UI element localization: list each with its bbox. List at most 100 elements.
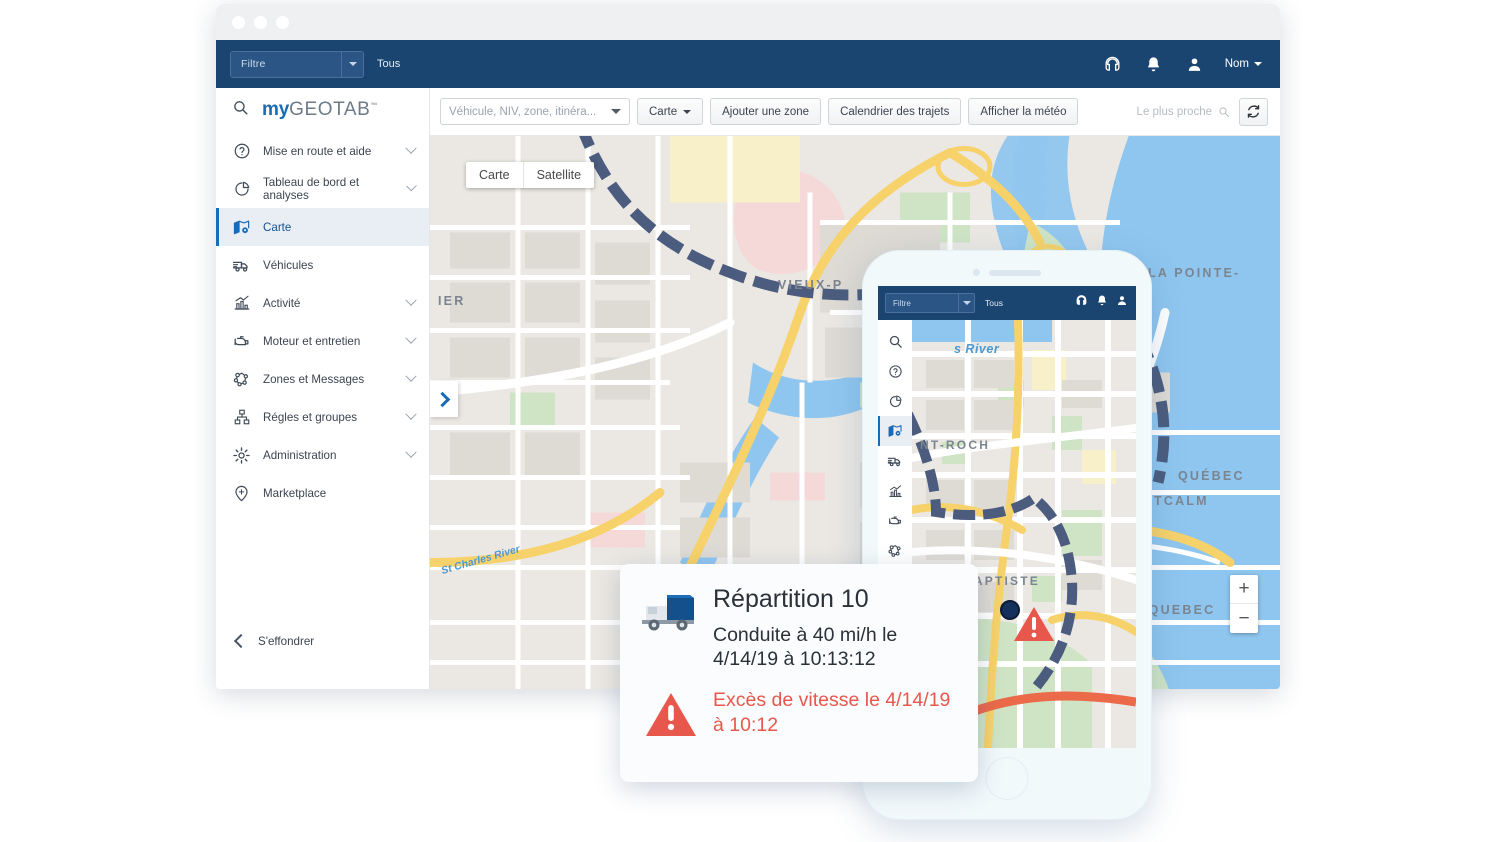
user-name-label: Nom [1224,58,1249,70]
speeding-warning-marker[interactable] [1012,604,1056,649]
zoom-in-button[interactable]: + [1230,575,1258,604]
headset-icon[interactable] [1075,294,1088,312]
phone-map-label: s River [954,342,1000,356]
sidebar-item-label: Mise en route et aide [263,144,372,158]
chevron-right-icon [434,391,451,407]
expand-panel-button[interactable] [430,381,458,417]
sidebar-item-tableau-de-bord[interactable]: Tableau de bord et analyses [216,170,429,208]
chevron-down-icon [683,109,692,114]
engine-icon[interactable] [878,506,912,536]
hierarchy-icon [232,408,251,427]
sidebar-item-carte[interactable]: Carte [216,208,429,246]
sidebar-item-label: Tableau de bord et analyses [263,176,360,202]
chevron-down-icon [405,370,417,382]
sidebar-item-moteur-entretien[interactable]: Moteur et entretien [216,322,429,360]
chevron-down-icon [1254,62,1262,66]
window-maximize-dot[interactable] [276,15,289,29]
sidebar-item-label: Zones et Messages [263,372,365,386]
trip-calendar-button[interactable]: Calendrier des trajets [828,98,962,125]
chevron-down-icon [405,408,417,420]
show-weather-button[interactable]: Afficher la météo [968,98,1079,125]
popup-primary-row: Répartition 10 Conduite à 40 mi/h le 4/1… [642,585,958,672]
question-circle-icon [232,142,251,161]
phone-filter-control[interactable]: Filtre [885,293,975,313]
scope-label: Tous [377,58,401,70]
phone-header-actions [1075,294,1128,312]
map-layer-label: Carte [649,105,678,118]
chevron-down-icon [962,301,971,305]
filter-dropdown-toggle[interactable] [341,51,363,77]
sidebar-item-zones-messages[interactable]: Zones et Messages [216,360,429,398]
sidebar-item-label: Véhicules [263,258,314,272]
sidebar-collapse-button[interactable]: S'effondrer [216,619,429,663]
chevron-left-icon [233,633,249,649]
popup-text-block: Répartition 10 Conduite à 40 mi/h le 4/1… [713,585,958,672]
map-type-switch[interactable]: Carte Satellite [466,162,595,188]
filter-control[interactable]: Filtre [230,50,364,78]
sidebar-item-label: Marketplace [263,486,327,500]
chevron-down-icon [405,180,417,192]
map-layer-button[interactable]: Carte [637,98,704,125]
pie-chart-icon[interactable] [878,386,912,416]
sidebar-item-vehicules[interactable]: Véhicules [216,246,429,284]
add-zone-button[interactable]: Ajouter une zone [710,98,822,125]
map-type-satellite[interactable]: Satellite [522,162,594,188]
marketplace-pin-icon [232,484,251,503]
map-search-input[interactable]: Véhicule, NIV, zone, itinéra... [440,98,630,125]
sidebar-item-administration[interactable]: Administration [216,436,429,474]
bell-icon[interactable] [1096,294,1108,312]
truck-icon[interactable] [878,446,912,476]
zones-icon [232,370,251,389]
search-icon[interactable] [878,326,912,356]
chevron-down-icon [405,332,417,344]
bell-icon[interactable] [1143,53,1165,75]
zoom-out-button[interactable]: − [1230,604,1258,633]
sidebar-collapse-label: S'effondrer [258,634,315,648]
app-header: Filtre Tous Nom [216,40,1280,88]
sidebar-item-marketplace[interactable]: Marketplace [216,474,429,512]
bar-chart-icon [232,294,251,313]
phone-camera-icon [973,269,980,276]
user-menu[interactable]: Nom [1225,58,1262,70]
browser-chrome-bar [216,4,1280,40]
user-icon[interactable] [1184,53,1206,75]
sidebar-item-regles-groupes[interactable]: Régles et groupes [216,398,429,436]
nearest-search-input[interactable]: Le plus proche [1137,106,1232,118]
chevron-down-icon [405,142,417,154]
question-circle-icon[interactable] [878,356,912,386]
map-pin-icon [232,218,251,237]
user-icon[interactable] [1116,294,1128,312]
map-type-carte[interactable]: Carte [466,162,523,188]
map-pin-icon[interactable] [878,416,912,446]
map-zoom-controls[interactable]: + − [1230,575,1258,633]
phone-home-button[interactable] [985,757,1029,800]
phone-earpiece [989,269,1041,276]
phone-scope-label: Tous [985,298,1003,308]
sidebar: myGEOTAB™ Mise en route et aide Tableau … [216,88,430,689]
sidebar-logo-row: myGEOTAB™ [216,88,429,132]
zones-icon[interactable] [878,536,912,566]
sidebar-item-label: Activité [263,296,301,310]
window-minimize-dot[interactable] [254,15,267,29]
header-actions: Nom [1102,53,1262,75]
window-close-dot[interactable] [232,15,245,29]
filter-input[interactable]: Filtre [231,51,341,77]
logo-trademark: ™ [370,102,378,110]
chevron-down-icon [348,62,357,66]
mygeotab-logo: myGEOTAB™ [262,99,377,121]
chevron-down-icon [611,109,621,114]
bar-chart-icon[interactable] [878,476,912,506]
truck-icon [232,256,251,275]
headset-icon[interactable] [1102,53,1124,75]
refresh-button[interactable] [1239,97,1268,126]
sidebar-item-mise-en-route[interactable]: Mise en route et aide [216,132,429,170]
sidebar-item-label: Moteur et entretien [263,334,361,348]
sidebar-item-label: Régles et groupes [263,410,358,424]
truck-icon [642,586,700,672]
sidebar-item-activite[interactable]: Activité [216,284,429,322]
sidebar-item-label: Administration [263,448,337,462]
search-icon[interactable] [232,99,249,121]
phone-filter-input[interactable]: Filtre [886,294,958,312]
phone-speaker-row [973,269,1041,276]
phone-filter-dropdown-toggle[interactable] [958,294,974,312]
